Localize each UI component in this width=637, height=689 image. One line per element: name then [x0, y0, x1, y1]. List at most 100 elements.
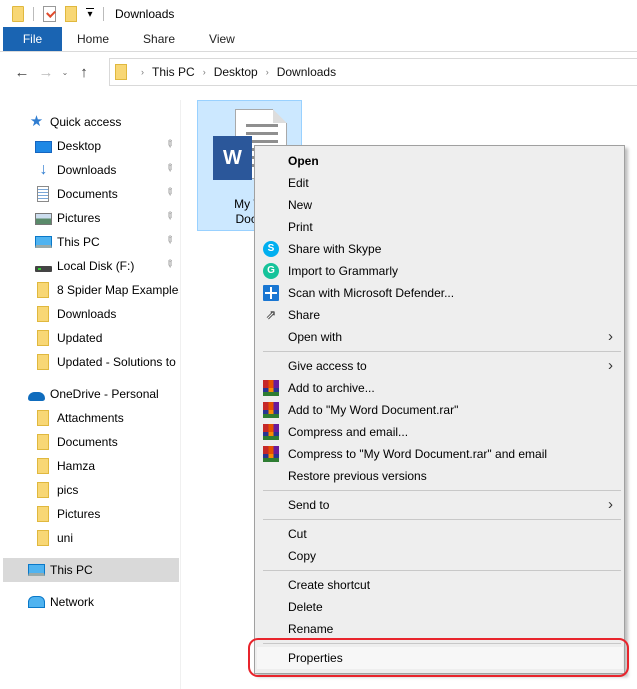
- sidebar-item-quick-access[interactable]: ★ Quick access: [0, 110, 179, 134]
- this-pc-icon: [28, 564, 45, 576]
- star-icon: ★: [29, 113, 44, 130]
- recent-locations-button[interactable]: ⌄: [58, 60, 72, 84]
- breadcrumb-desktop[interactable]: Desktop: [214, 65, 258, 79]
- folder-icon: [37, 506, 49, 522]
- navigation-bar: ← → ⌄ ↑ › This PC › Desktop › Downloads: [0, 58, 637, 86]
- winrar-icon: [263, 446, 279, 462]
- menu-item-send-to[interactable]: Send to ›: [257, 494, 623, 516]
- disk-icon: [35, 266, 52, 272]
- divider: [33, 6, 34, 21]
- skype-icon: S: [263, 241, 279, 257]
- breadcrumb-downloads[interactable]: Downloads: [277, 65, 336, 79]
- chevron-right-icon: ›: [608, 357, 613, 374]
- this-pc-icon: [35, 236, 52, 248]
- menu-item-create-shortcut[interactable]: Create shortcut: [257, 574, 623, 596]
- sidebar-item-this-pc[interactable]: This PC: [3, 558, 179, 582]
- folder-icon: [115, 64, 127, 80]
- menu-item-open-with[interactable]: Open with ›: [257, 326, 623, 348]
- folder-icon: [37, 330, 49, 346]
- onedrive-cloud-icon: [28, 391, 45, 401]
- folder-icon: [37, 482, 49, 498]
- sidebar-item-attachments[interactable]: Attachments: [0, 406, 179, 430]
- up-button[interactable]: ↑: [72, 60, 96, 84]
- sidebar-item-onedrive-pictures[interactable]: Pictures: [0, 502, 179, 526]
- folder-icon: [37, 530, 49, 546]
- menu-separator: [263, 519, 621, 520]
- share-icon: ⇗: [265, 307, 277, 322]
- chevron-right-icon[interactable]: ›: [203, 67, 206, 77]
- sidebar-item-this-pc-pinned[interactable]: This PC ✎: [0, 230, 179, 254]
- folder-icon: [37, 282, 49, 298]
- menu-item-open[interactable]: Open: [257, 150, 623, 172]
- sidebar-item-documents[interactable]: Documents ✎: [0, 182, 179, 206]
- tab-share[interactable]: Share: [126, 27, 192, 51]
- menu-item-compress-and-email[interactable]: Compress and email...: [257, 421, 623, 443]
- sidebar-item-spider-map[interactable]: 8 Spider Map Examples: [0, 278, 179, 302]
- menu-item-print[interactable]: Print: [257, 216, 623, 238]
- tab-file[interactable]: File: [3, 27, 62, 51]
- customize-toolbar-dropdown-icon[interactable]: ▾: [86, 7, 94, 20]
- downloads-icon: ↓: [39, 161, 48, 178]
- divider: [103, 6, 104, 21]
- grammarly-icon: G: [263, 263, 279, 279]
- menu-item-cut[interactable]: Cut: [257, 523, 623, 545]
- navigation-pane: ★ Quick access Desktop ✎ ↓ Downloads ✎ D…: [0, 100, 181, 689]
- word-icon: W: [213, 136, 252, 180]
- folder-icon: [37, 434, 49, 450]
- sidebar-item-hamza[interactable]: Hamza: [0, 454, 179, 478]
- sidebar-item-downloads-folder[interactable]: Downloads: [0, 302, 179, 326]
- menu-item-scan-defender[interactable]: Scan with Microsoft Defender...: [257, 282, 623, 304]
- ribbon-tabs: File Home Share View: [0, 27, 637, 52]
- menu-separator: [263, 643, 621, 644]
- sidebar-item-updated[interactable]: Updated: [0, 326, 179, 350]
- folder-icon: [37, 354, 49, 370]
- pictures-icon: [35, 213, 52, 225]
- chevron-right-icon[interactable]: ›: [266, 67, 269, 77]
- documents-icon: [37, 186, 49, 202]
- sidebar-item-local-disk[interactable]: Local Disk (F:) ✎: [0, 254, 179, 278]
- folder-icon: [12, 5, 24, 22]
- sidebar-item-downloads[interactable]: ↓ Downloads ✎: [0, 158, 179, 182]
- menu-item-edit[interactable]: Edit: [257, 172, 623, 194]
- menu-item-delete[interactable]: Delete: [257, 596, 623, 618]
- menu-separator: [263, 490, 621, 491]
- winrar-icon: [263, 424, 279, 440]
- tab-home[interactable]: Home: [62, 27, 126, 51]
- sidebar-item-onedrive[interactable]: OneDrive - Personal: [0, 382, 179, 406]
- menu-item-add-to-archive[interactable]: Add to archive...: [257, 377, 623, 399]
- menu-item-properties[interactable]: Properties: [257, 647, 623, 669]
- forward-button[interactable]: →: [34, 60, 58, 84]
- menu-item-new[interactable]: New: [257, 194, 623, 216]
- menu-separator: [263, 351, 621, 352]
- defender-shield-icon: [263, 285, 279, 301]
- sidebar-item-onedrive-documents[interactable]: Documents: [0, 430, 179, 454]
- winrar-icon: [263, 380, 279, 396]
- sidebar-item-updated-solutions[interactable]: Updated - Solutions to: [0, 350, 179, 374]
- address-bar[interactable]: › This PC › Desktop › Downloads: [109, 58, 637, 86]
- tab-view[interactable]: View: [192, 27, 252, 51]
- properties-quick-icon[interactable]: [43, 5, 56, 22]
- menu-item-rename[interactable]: Rename: [257, 618, 623, 640]
- breadcrumb-this-pc[interactable]: This PC: [152, 65, 195, 79]
- sidebar-item-uni[interactable]: uni: [0, 526, 179, 550]
- new-folder-quick-icon[interactable]: [65, 5, 77, 22]
- menu-item-share-with-skype[interactable]: S Share with Skype: [257, 238, 623, 260]
- winrar-icon: [263, 402, 279, 418]
- network-icon: [28, 596, 45, 608]
- menu-item-give-access-to[interactable]: Give access to ›: [257, 355, 623, 377]
- menu-item-add-to-rar[interactable]: Add to "My Word Document.rar": [257, 399, 623, 421]
- chevron-right-icon[interactable]: ›: [141, 67, 144, 77]
- sidebar-item-desktop[interactable]: Desktop ✎: [0, 134, 179, 158]
- menu-item-copy[interactable]: Copy: [257, 545, 623, 567]
- window-title: Downloads: [115, 6, 175, 21]
- sidebar-item-network[interactable]: Network: [0, 590, 179, 614]
- menu-item-restore-previous-versions[interactable]: Restore previous versions: [257, 465, 623, 487]
- sidebar-item-pics[interactable]: pics: [0, 478, 179, 502]
- context-menu: Open Edit New Print S Share with Skype G…: [254, 145, 625, 674]
- chevron-right-icon: ›: [608, 328, 613, 345]
- menu-item-import-to-grammarly[interactable]: G Import to Grammarly: [257, 260, 623, 282]
- back-button[interactable]: ←: [10, 60, 34, 84]
- menu-item-compress-to-rar-and-email[interactable]: Compress to "My Word Document.rar" and e…: [257, 443, 623, 465]
- menu-item-share[interactable]: ⇗ Share: [257, 304, 623, 326]
- sidebar-item-pictures[interactable]: Pictures ✎: [0, 206, 179, 230]
